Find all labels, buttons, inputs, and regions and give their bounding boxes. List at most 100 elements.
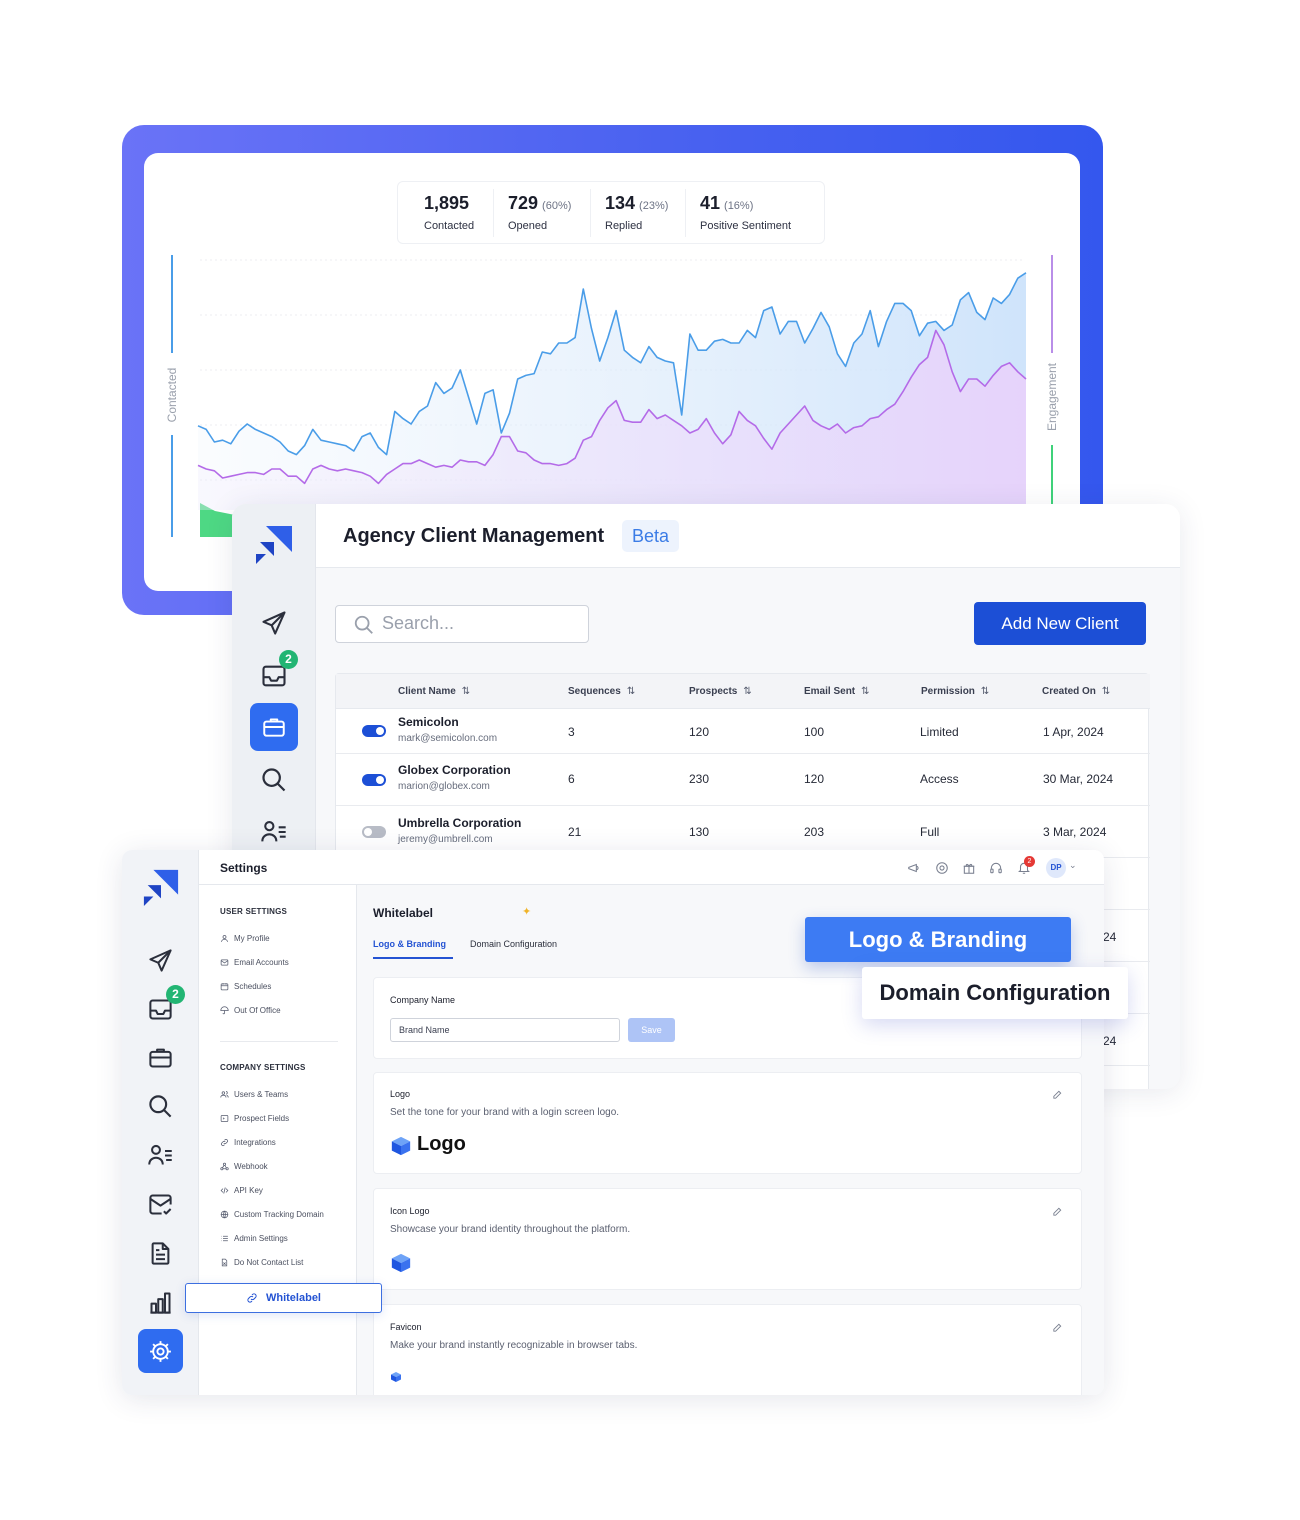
col-email-sent[interactable]: Email Sent ⇅ xyxy=(804,686,870,697)
col-permission[interactable]: Permission ⇅ xyxy=(921,686,989,697)
client-toggle[interactable] xyxy=(362,725,386,737)
client-cell: Umbrella Corporation jeremy@umbrell.com xyxy=(398,816,521,845)
mail-check-icon[interactable] xyxy=(147,1191,174,1218)
stat-value: 41 xyxy=(700,193,721,213)
settings-nav-active[interactable] xyxy=(138,1329,183,1373)
toggle-knob xyxy=(376,727,384,735)
chevron-down-icon[interactable]: ⌄ xyxy=(1069,860,1077,871)
client-name[interactable]: Umbrella Corporation xyxy=(398,816,521,830)
nav-label: My Profile xyxy=(234,934,270,943)
prospects-icon[interactable] xyxy=(260,818,288,846)
search-input[interactable]: Search... xyxy=(335,605,589,643)
sequences-cell: 21 xyxy=(568,825,582,839)
sort-icon[interactable]: ⇅ xyxy=(1102,686,1110,697)
search-icon[interactable] xyxy=(260,766,288,794)
sort-icon[interactable]: ⇅ xyxy=(981,686,989,697)
col-prospects[interactable]: Prospects ⇅ xyxy=(689,686,752,697)
headset-icon[interactable] xyxy=(989,861,1003,875)
beta-badge: Beta xyxy=(622,520,680,552)
nav-out-of-office[interactable]: Out Of Office xyxy=(220,1006,281,1015)
stat-contacted: 1,895 Contacted xyxy=(398,188,494,237)
sort-icon[interactable]: ⇅ xyxy=(743,686,751,697)
domain-configuration-callout: Domain Configuration xyxy=(862,967,1128,1019)
nav-schedules[interactable]: Schedules xyxy=(220,982,271,991)
engagement-chart: Contacted Engagement xyxy=(165,255,1059,537)
client-name[interactable]: Semicolon xyxy=(398,715,497,729)
nav-my-profile[interactable]: My Profile xyxy=(220,934,270,943)
client-email: jeremy@umbrell.com xyxy=(398,834,493,845)
sparkle-icon: ✦ xyxy=(522,906,532,918)
search-icon[interactable] xyxy=(147,1093,174,1120)
avatar[interactable]: DP xyxy=(1046,858,1066,878)
gift-icon[interactable] xyxy=(962,861,976,875)
nav-admin-settings[interactable]: Admin Settings xyxy=(220,1234,288,1243)
nav-users-teams[interactable]: Users & Teams xyxy=(220,1090,288,1099)
gear-icon xyxy=(150,1341,171,1362)
card-title: Favicon xyxy=(390,1322,422,1332)
table-row[interactable]: Semicolon mark@semicolon.com 3 120 100 Li… xyxy=(336,709,1150,754)
sort-icon[interactable]: ⇅ xyxy=(627,686,635,697)
client-toggle[interactable] xyxy=(362,826,386,838)
tab-domain-configuration[interactable]: Domain Configuration xyxy=(470,939,557,949)
table-row[interactable]: Globex Corporation marion@globex.com 6 23… xyxy=(336,754,1150,806)
nav-integrations[interactable]: Integrations xyxy=(220,1138,276,1147)
icon-logo-card: Icon Logo Showcase your brand identity t… xyxy=(373,1188,1082,1290)
card-description: Make your brand instantly recognizable i… xyxy=(390,1340,638,1351)
settings-sidebar: 2 xyxy=(122,850,199,1395)
user-icon xyxy=(221,935,228,942)
card-description: Set the tone for your brand with a login… xyxy=(390,1107,620,1118)
col-sequences[interactable]: Sequences ⇅ xyxy=(568,686,635,697)
series-layer xyxy=(197,272,1027,510)
search-placeholder: Search... xyxy=(382,613,455,633)
permission-cell: Limited xyxy=(920,725,959,739)
nav-api-key[interactable]: API Key xyxy=(220,1186,263,1195)
edit-icon[interactable] xyxy=(1052,1206,1063,1217)
analytics-icon[interactable] xyxy=(147,1289,174,1316)
blocked-file-icon xyxy=(221,1258,228,1267)
send-icon[interactable] xyxy=(147,947,174,974)
edit-icon[interactable] xyxy=(1052,1089,1063,1100)
nav-label: Prospect Fields xyxy=(234,1114,290,1123)
clients-nav-active[interactable] xyxy=(250,703,298,751)
stats-bar: 1,895 Contacted 729 (60%) Opened 134 (23%)… xyxy=(397,181,825,244)
nav-webhook[interactable]: Webhook xyxy=(220,1162,268,1171)
app-logo-icon xyxy=(256,526,292,564)
nav-do-not-contact[interactable]: Do Not Contact List xyxy=(220,1258,303,1267)
company-name-input[interactable] xyxy=(390,1018,620,1042)
tab-logo-branding[interactable]: Logo & Branding xyxy=(373,939,446,949)
send-icon[interactable] xyxy=(260,609,288,637)
edit-icon[interactable] xyxy=(1052,1322,1063,1333)
col-created-on[interactable]: Created On ⇅ xyxy=(1042,686,1110,697)
logo-card: Logo Set the tone for your brand with a … xyxy=(373,1072,1082,1174)
document-icon[interactable] xyxy=(147,1240,174,1267)
nav-email-accounts[interactable]: Email Accounts xyxy=(220,958,289,967)
nav-label: Email Accounts xyxy=(234,958,289,967)
created-cell: 3 Mar, 2024 xyxy=(1043,825,1107,839)
megaphone-icon[interactable] xyxy=(907,861,921,875)
nav-prospect-fields[interactable]: Prospect Fields xyxy=(220,1114,289,1123)
client-name[interactable]: Globex Corporation xyxy=(398,763,511,777)
brand-cube-icon xyxy=(391,1136,411,1156)
save-button[interactable]: Save xyxy=(628,1018,675,1042)
prospects-icon[interactable] xyxy=(147,1142,174,1169)
col-client-name[interactable]: Client Name ⇅ xyxy=(398,686,470,697)
globe-icon xyxy=(220,1210,229,1219)
sort-icon[interactable]: ⇅ xyxy=(462,686,470,697)
sort-icon[interactable]: ⇅ xyxy=(861,686,869,697)
add-new-client-button[interactable]: Add New Client xyxy=(974,602,1146,645)
nav-custom-tracking-domain[interactable]: Custom Tracking Domain xyxy=(220,1210,324,1219)
client-toggle[interactable] xyxy=(362,774,386,786)
agency-header: Agency Client Management Beta xyxy=(316,504,1180,568)
stat-label: Opened xyxy=(508,220,548,232)
briefcase-icon[interactable] xyxy=(147,1044,174,1071)
stat-percent: (60%) xyxy=(542,200,572,212)
stat-label: Replied xyxy=(605,220,643,232)
page-title: Agency Client Management xyxy=(343,525,605,547)
nav-whitelabel[interactable]: Whitelabel xyxy=(185,1283,382,1313)
stat-label: Contacted xyxy=(424,220,475,232)
nav-label: Webhook xyxy=(234,1162,268,1171)
stat-percent: (16%) xyxy=(724,200,754,212)
nav-label: Do Not Contact List xyxy=(234,1258,304,1267)
sequences-cell: 3 xyxy=(568,725,575,739)
browser-icon[interactable] xyxy=(935,861,949,875)
